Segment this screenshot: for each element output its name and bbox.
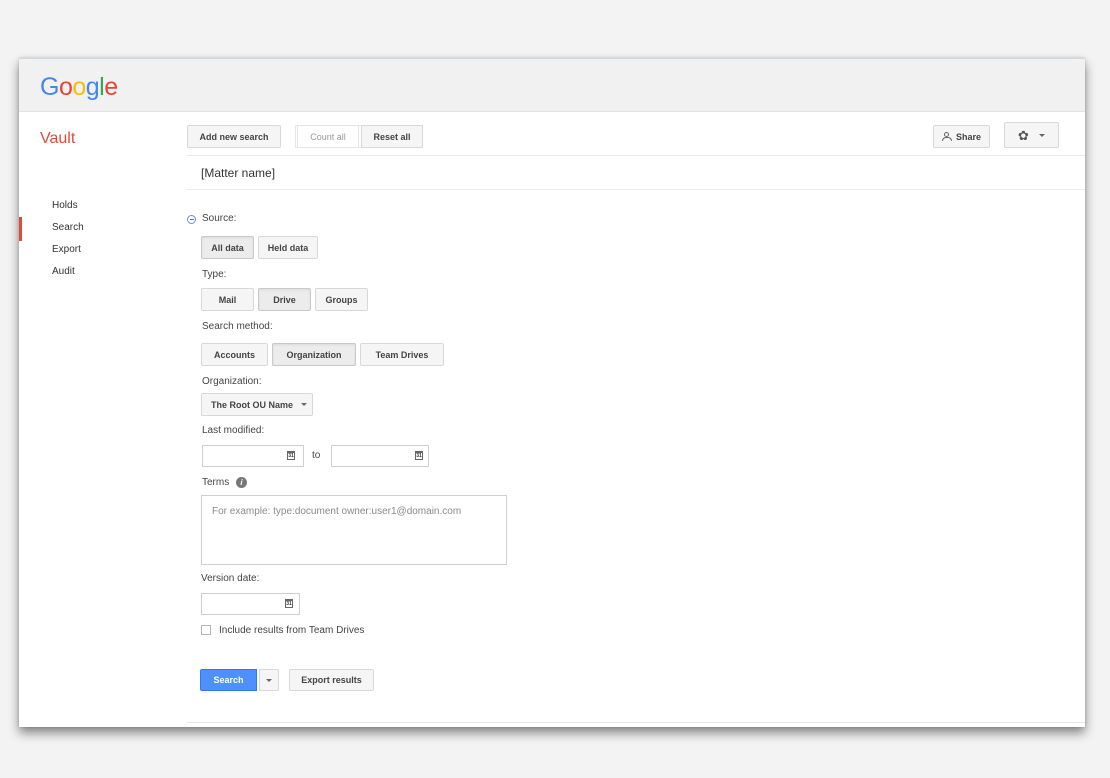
top-bar: Google: [19, 59, 1085, 112]
collapse-source-icon[interactable]: [187, 215, 196, 224]
share-people-icon: [941, 132, 952, 141]
organization-select[interactable]: The Root OU Name: [201, 393, 313, 416]
type-label: Type:: [202, 269, 227, 280]
share-button[interactable]: Share: [933, 125, 990, 148]
search-button[interactable]: Search: [200, 669, 257, 691]
type-mail-button[interactable]: Mail: [201, 288, 254, 311]
matter-divider: [187, 189, 1085, 190]
google-logo[interactable]: Google: [40, 73, 118, 101]
last-modified-from-field[interactable]: 31: [202, 445, 304, 467]
last-modified-label: Last modified:: [202, 425, 265, 436]
calendar-icon[interactable]: 31: [285, 599, 293, 608]
count-all-button[interactable]: Count all: [297, 125, 359, 148]
search-method-label: Search method:: [202, 321, 273, 332]
logo-letter: o: [58, 73, 73, 101]
source-all-data-button[interactable]: All data: [201, 236, 254, 259]
terms-textarea[interactable]: For example: type:document owner:user1@d…: [201, 495, 507, 565]
chevron-down-icon: [1038, 133, 1045, 137]
settings-menu-button[interactable]: ✿: [1004, 122, 1059, 148]
calendar-icon[interactable]: 31: [287, 451, 295, 460]
bottom-divider: [187, 722, 1085, 723]
include-team-drives-checkbox[interactable]: [201, 625, 211, 635]
chevron-down-icon: [266, 678, 272, 682]
organization-value: The Root OU Name: [211, 399, 294, 410]
chevron-down-icon: [301, 403, 308, 406]
type-drive-button[interactable]: Drive: [258, 288, 311, 311]
source-held-data-button[interactable]: Held data: [258, 236, 318, 259]
share-label: Share: [955, 131, 981, 142]
info-icon[interactable]: i: [236, 477, 247, 488]
method-accounts-button[interactable]: Accounts: [201, 343, 268, 366]
logo-letter: G: [40, 73, 59, 101]
sidebar-item-audit[interactable]: Audit: [52, 266, 75, 277]
sidebar-item-holds[interactable]: Holds: [52, 200, 78, 211]
source-label: Source:: [202, 213, 237, 224]
date-range-to-label: to: [312, 450, 321, 461]
terms-label: Terms: [202, 477, 230, 488]
active-nav-indicator: [19, 217, 22, 241]
sidebar-item-search[interactable]: Search: [52, 222, 84, 233]
gear-icon: ✿: [1018, 127, 1029, 143]
add-new-search-button[interactable]: Add new search: [187, 125, 281, 148]
organization-label: Organization:: [202, 376, 262, 387]
logo-letter: g: [85, 73, 100, 101]
export-results-button[interactable]: Export results: [289, 669, 374, 691]
sidebar-item-export[interactable]: Export: [52, 244, 81, 255]
include-team-drives-label: Include results from Team Drives: [219, 625, 365, 636]
reset-all-button[interactable]: Reset all: [361, 125, 423, 148]
logo-letter: o: [72, 73, 86, 101]
toolbar-divider: [187, 155, 1085, 156]
logo-letter: e: [104, 73, 118, 101]
type-groups-button[interactable]: Groups: [315, 288, 368, 311]
matter-name: [Matter name]: [201, 166, 276, 180]
version-date-label: Version date:: [201, 573, 260, 584]
version-date-field[interactable]: 31: [201, 593, 300, 615]
calendar-icon[interactable]: 31: [415, 451, 423, 460]
app-window: Google Vault Add new search Count all Re…: [19, 58, 1085, 727]
last-modified-to-field[interactable]: 31: [331, 445, 429, 467]
app-title: Vault: [40, 130, 76, 147]
search-options-dropdown[interactable]: [259, 669, 279, 691]
method-team-drives-button[interactable]: Team Drives: [360, 343, 444, 366]
method-organization-button[interactable]: Organization: [272, 343, 356, 366]
